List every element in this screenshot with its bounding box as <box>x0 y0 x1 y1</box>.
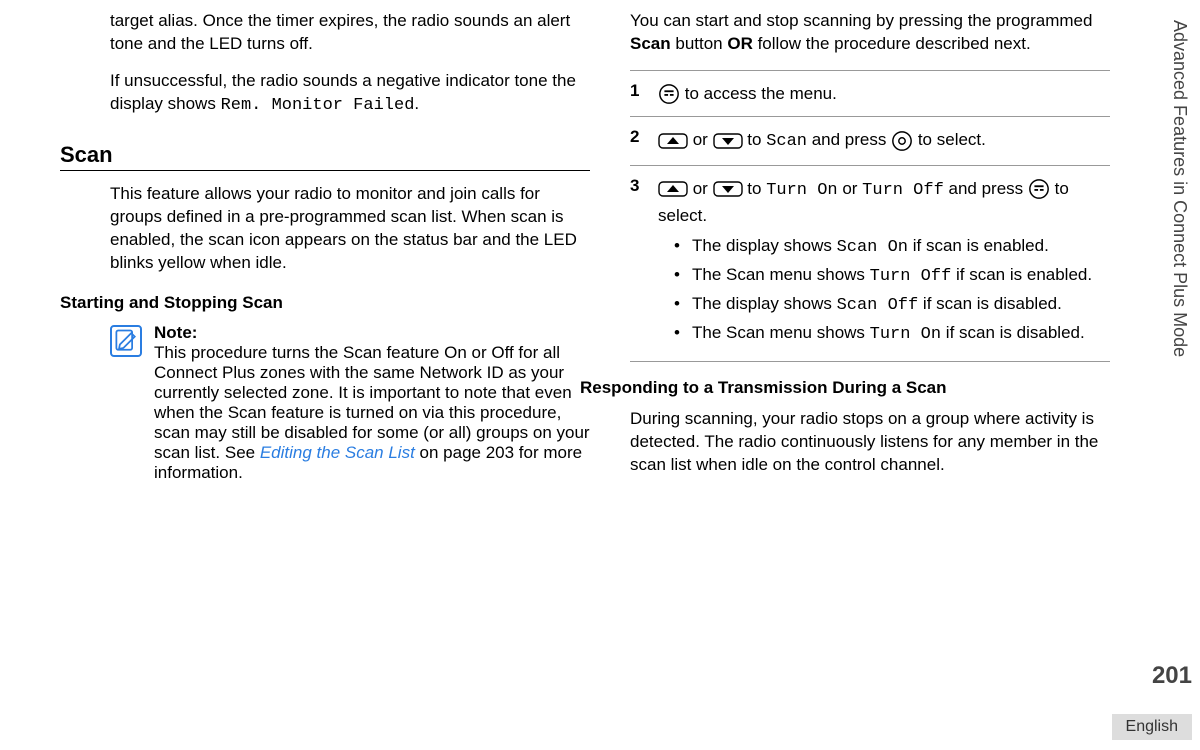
text-fragment: or <box>688 130 713 149</box>
text-fragment: to access the menu. <box>680 84 837 103</box>
scan-heading: Scan <box>60 142 590 171</box>
start-stop-intro: You can start and stop scanning by press… <box>630 10 1110 56</box>
display-text-code: Scan On <box>837 238 908 257</box>
step-number: 1 <box>630 81 648 107</box>
editing-scan-list-link[interactable]: Editing the Scan List <box>260 443 415 462</box>
procedure-steps: 1 to access the menu. 2 or to Scan and p… <box>630 70 1110 362</box>
step-body: to access the menu. <box>658 81 1110 107</box>
text-fragment: to <box>743 179 767 198</box>
step-body: or to Scan and press to select. <box>658 127 1110 155</box>
display-text-code: Rem. Monitor Failed <box>221 96 415 115</box>
step-3: 3 or to Turn On or Turn Off and press to… <box>630 166 1110 361</box>
note-label: Note: <box>154 323 590 343</box>
text-fragment: The Scan menu shows <box>692 265 870 284</box>
up-button-icon <box>658 180 688 198</box>
column-left: target alias. Once the timer expires, th… <box>60 10 590 740</box>
step-body: or to Turn On or Turn Off and press to s… <box>658 176 1110 351</box>
display-text-code: Scan <box>766 132 807 151</box>
note-block: Note: This procedure turns the Scan feat… <box>110 323 590 483</box>
list-item: The Scan menu shows Turn Off if scan is … <box>674 264 1110 289</box>
display-text-code: Turn Off <box>870 267 952 286</box>
note-icon <box>110 325 142 357</box>
responding-description: During scanning, your radio stops on a g… <box>630 408 1110 477</box>
display-text-code: Turn On <box>870 325 941 344</box>
list-item: The display shows Scan On if scan is ena… <box>674 235 1110 260</box>
prev-section-continuation-2: If unsuccessful, the radio sounds a nega… <box>110 70 590 118</box>
text-fragment: or <box>688 179 713 198</box>
page-number: 201 <box>1152 662 1192 690</box>
text-fragment: button <box>671 34 728 53</box>
display-text-code: Turn Off <box>862 181 944 200</box>
menu-button-icon <box>1028 178 1050 200</box>
page-content: target alias. Once the timer expires, th… <box>0 0 1200 750</box>
up-button-icon <box>658 132 688 150</box>
text-fragment: . <box>414 94 419 113</box>
text-fragment: if scan is disabled. <box>918 294 1062 313</box>
text-fragment: and press <box>944 179 1028 198</box>
step-2: 2 or to Scan and press to select. <box>630 117 1110 165</box>
display-text-code: Scan Off <box>837 296 919 315</box>
list-item: The Scan menu shows Turn On if scan is d… <box>674 322 1110 347</box>
text-fragment: The display shows <box>692 236 837 255</box>
text-fragment: You can start and stop scanning by press… <box>630 11 1092 30</box>
language-indicator: English <box>1112 714 1192 740</box>
text-fragment: if scan is enabled. <box>951 265 1092 284</box>
list-item: The display shows Scan Off if scan is di… <box>674 293 1110 318</box>
ok-button-icon <box>891 130 913 152</box>
down-button-icon <box>713 180 743 198</box>
note-body: Note: This procedure turns the Scan feat… <box>154 323 590 483</box>
down-button-icon <box>713 132 743 150</box>
text-fragment: The Scan menu shows <box>692 323 870 342</box>
text-fragment: or <box>838 179 863 198</box>
text-fragment: and press <box>807 130 891 149</box>
display-text-code: Turn On <box>766 181 837 200</box>
menu-button-icon <box>658 83 680 105</box>
text-fragment: follow the procedure described next. <box>753 34 1031 53</box>
text-fragment: to select. <box>913 130 986 149</box>
chapter-side-label: Advanced Features in Connect Plus Mode <box>1169 20 1190 357</box>
text-fragment: if scan is disabled. <box>941 323 1085 342</box>
text-fragment: to <box>743 130 767 149</box>
step-number: 2 <box>630 127 648 155</box>
scan-button-ref: Scan <box>630 34 671 53</box>
text-fragment: if scan is enabled. <box>908 236 1049 255</box>
step-1: 1 to access the menu. <box>630 71 1110 117</box>
column-right: You can start and stop scanning by press… <box>630 10 1170 740</box>
step-3-results: The display shows Scan On if scan is ena… <box>658 235 1110 347</box>
responding-heading: Responding to a Transmission During a Sc… <box>580 378 1110 398</box>
text-fragment: OR <box>727 34 753 53</box>
starting-stopping-scan-heading: Starting and Stopping Scan <box>60 293 590 313</box>
text-fragment: The display shows <box>692 294 837 313</box>
prev-section-continuation-1: target alias. Once the timer expires, th… <box>110 10 590 56</box>
step-number: 3 <box>630 176 648 351</box>
scan-description: This feature allows your radio to monito… <box>110 183 590 275</box>
